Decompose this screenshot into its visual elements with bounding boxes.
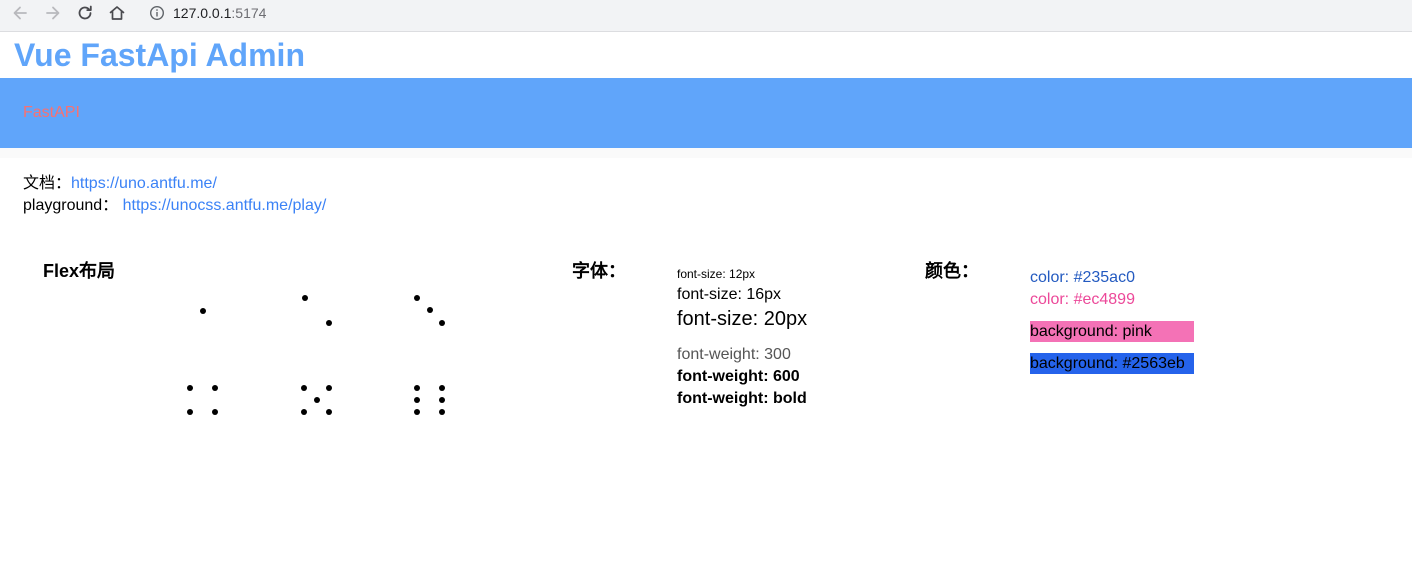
dice-dot [326,409,332,415]
background-pink-sample: background: pink [1030,321,1194,342]
dice-face-2 [302,295,332,326]
info-icon [149,5,165,21]
dice-dot [439,320,445,326]
playground-label: playground： [23,197,119,214]
back-button[interactable] [10,3,30,23]
app-title: Vue FastApi Admin [14,37,305,73]
dice-dot [314,397,320,403]
font-size-20-sample: font-size: 20px [677,308,808,330]
arrow-left-icon [13,6,27,20]
home-icon [109,6,125,20]
dice-dot [439,397,445,403]
doc-label: 文档： [23,175,72,192]
font-section-title: 字体： [572,261,626,281]
flex-section-title: Flex布局 [43,261,116,281]
dice-dot [212,409,218,415]
dice-face-4 [187,385,218,415]
header-bar-text: FastAPI [23,104,80,121]
font-weight-600-sample: font-weight: 600 [677,368,800,385]
content-divider [0,148,1412,158]
dice-dot [414,295,420,301]
playground-link[interactable]: https://unocss.antfu.me/play/ [123,197,327,214]
dice-dot [439,409,445,415]
dice-dot [212,385,218,391]
dice-dot [414,409,420,415]
dice-face-3 [414,295,445,326]
doc-link[interactable]: https://uno.antfu.me/ [71,175,217,192]
dice-dot [414,385,420,391]
background-blue-sample: background: #2563eb [1030,353,1194,374]
playground-line: playground： https://unocss.antfu.me/play… [23,196,326,216]
forward-button[interactable] [43,3,63,23]
font-weight-300-sample: font-weight: 300 [677,346,791,363]
home-button[interactable] [107,3,127,23]
url-host: 127.0.0.1 [173,5,232,21]
font-size-12-sample: font-size: 12px [677,267,756,281]
reload-icon [78,5,92,20]
dice-face-5 [301,385,332,415]
url-text: 127.0.0.1:5174 [173,5,266,21]
dice-face-6 [414,385,445,415]
dice-dot [301,385,307,391]
url-port: :5174 [231,5,267,21]
dice-dot [302,295,308,301]
dice-dot [187,409,193,415]
browser-toolbar: 127.0.0.1:5174 [0,0,1412,32]
dice-dot [200,308,206,314]
reload-button[interactable] [75,3,95,23]
dice-dot [326,320,332,326]
color-blue-sample: color: #235ac0 [1030,269,1135,286]
dice-dot [414,397,420,403]
dice-face-1 [200,308,206,314]
dice-dot [326,385,332,391]
font-size-16-sample: font-size: 16px [677,286,782,303]
color-pink-sample: color: #ec4899 [1030,291,1135,308]
font-weight-bold-sample: font-weight: bold [677,390,807,407]
arrow-right-icon [46,6,60,20]
dice-dot [427,307,433,313]
dice-dot [439,385,445,391]
dice-dot [301,409,307,415]
color-section-title: 颜色： [925,261,979,281]
header-bar: FastAPI [0,78,1412,148]
address-bar[interactable]: 127.0.0.1:5174 [139,1,1412,27]
dice-dot [187,385,193,391]
doc-line: 文档：https://uno.antfu.me/ [23,174,217,194]
